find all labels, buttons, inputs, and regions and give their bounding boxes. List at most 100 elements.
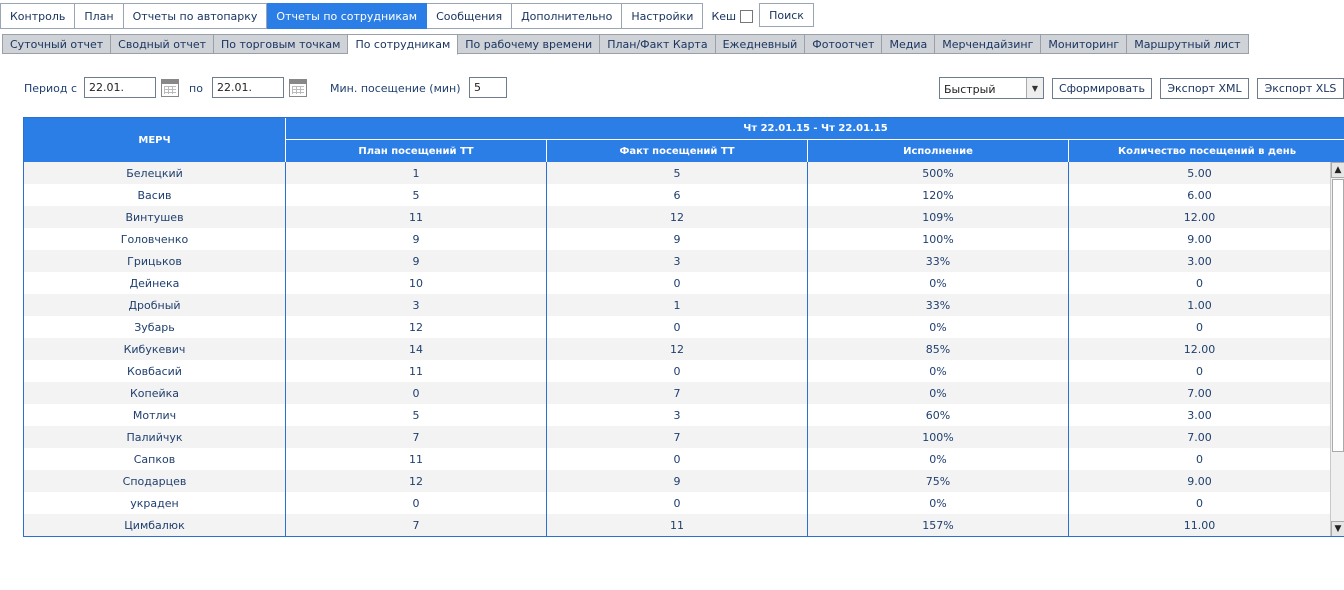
tab-daily-report[interactable]: Суточный отчет [2,34,112,54]
plan-visits-cell: 5 [286,184,547,206]
plan-visits-cell: 9 [286,250,547,272]
tab-by-work-time[interactable]: По рабочему времени [458,34,601,54]
nav-control[interactable]: Контроль [0,3,76,29]
fact-visits-cell: 0 [547,316,808,338]
tab-by-employees[interactable]: По сотрудникам [348,34,459,55]
scroll-thumb[interactable] [1332,179,1344,452]
merch-name-cell: Кибукевич [24,338,286,360]
fact-visits-cell: 3 [547,404,808,426]
nav-messages[interactable]: Сообщения [427,3,513,29]
plan-visits-cell: 5 [286,404,547,426]
execution-cell: 0% [808,360,1069,382]
chevron-down-icon[interactable]: ▼ [1026,78,1043,98]
table-row[interactable]: Цимбалюк 7 11 157% 11.00 [24,514,1330,536]
table-row[interactable]: Сапков 11 0 0% 0 [24,448,1330,470]
search-button[interactable]: Поиск [759,3,814,27]
tab-media[interactable]: Медиа [882,34,936,54]
export-xml-button[interactable]: Экспорт XML [1160,78,1249,99]
fact-visits-cell: 1 [547,294,808,316]
plan-visits-cell: 9 [286,228,547,250]
table-row[interactable]: Палийчук 7 7 100% 7.00 [24,426,1330,448]
execution-cell: 33% [808,250,1069,272]
calendar-icon[interactable] [289,79,307,97]
visits-per-day-cell: 3.00 [1187,408,1212,422]
merch-name-cell: Дробный [24,294,286,316]
plan-visits-cell: 1 [286,162,547,184]
table-row[interactable]: Сподарцев 12 9 75% 9.00 [24,470,1330,492]
plan-visits-cell: 10 [286,272,547,294]
tab-everyday[interactable]: Ежедневный [715,34,806,54]
execution-cell: 60% [808,404,1069,426]
build-report-button[interactable]: Сформировать [1052,78,1152,99]
fact-visits-cell: 12 [547,338,808,360]
nav-fleet-reports[interactable]: Отчеты по автопарку [123,3,268,29]
table-row[interactable]: Зубарь 12 0 0% 0 [24,316,1330,338]
table-scrollbar[interactable]: ▲ ▼ [1330,162,1344,536]
employee-report-table: МЕРЧ Чт 22.01.15 - Чт 22.01.15 План посе… [23,117,1344,537]
tab-summary-report[interactable]: Сводный отчет [111,34,215,54]
mode-select[interactable]: Быстрый ▼ [939,77,1044,99]
cache-toggle: Кеш [711,3,754,29]
tab-plan-fact-map[interactable]: План/Факт Карта [600,34,716,54]
merch-name-cell: Копейка [24,382,286,404]
fact-visits-cell: 0 [547,272,808,294]
scroll-up-icon[interactable]: ▲ [1331,162,1344,178]
column-header-visits-per-day: Количество посещений в день [1117,145,1297,157]
execution-cell: 157% [808,514,1069,536]
export-xls-button[interactable]: Экспорт XLS [1257,78,1344,99]
table-row[interactable]: Белецкий 1 5 500% 5.00 [24,162,1330,184]
table-header: МЕРЧ Чт 22.01.15 - Чт 22.01.15 План посе… [24,118,1344,162]
scroll-down-icon[interactable]: ▼ [1331,521,1344,536]
merch-name-cell: Ковбасий [24,360,286,382]
fact-visits-cell: 11 [547,514,808,536]
tab-route-sheet[interactable]: Маршрутный лист [1127,34,1249,54]
plan-visits-cell: 0 [286,382,547,404]
merch-name-cell: Сапков [24,448,286,470]
period-from-input[interactable] [84,77,156,98]
plan-visits-cell: 7 [286,426,547,448]
table-row[interactable]: Головченко 9 9 100% 9.00 [24,228,1330,250]
execution-cell: 120% [808,184,1069,206]
min-visit-input[interactable] [469,77,507,98]
cache-checkbox[interactable] [740,9,754,23]
merch-name-cell: Зубарь [24,316,286,338]
visits-per-day-cell: 12.00 [1183,342,1216,356]
nav-plan[interactable]: План [75,3,124,29]
table-row[interactable]: Грицьков 9 3 33% 3.00 [24,250,1330,272]
tab-photo-report[interactable]: Фотоотчет [805,34,883,54]
period-from-label: Период с [24,82,78,95]
table-row[interactable]: Кибукевич 14 12 85% 12.00 [24,338,1330,360]
execution-cell: 0% [808,316,1069,338]
visits-per-day-cell: 3.00 [1187,254,1212,268]
table-row[interactable]: Мотлич 5 3 60% 3.00 [24,404,1330,426]
tab-by-outlets[interactable]: По торговым точкам [214,34,349,54]
fact-visits-cell: 5 [547,162,808,184]
merch-name-cell: Васив [24,184,286,206]
table-row[interactable]: Васив 5 6 120% 6.00 [24,184,1330,206]
nav-additional[interactable]: Дополнительно [512,3,623,29]
table-row[interactable]: Копейка 0 7 0% 7.00 [24,382,1330,404]
visits-per-day-cell: 6.00 [1187,188,1212,202]
execution-cell: 500% [808,162,1069,184]
period-to-input[interactable] [212,77,284,98]
cache-label: Кеш [711,9,737,23]
visits-per-day-cell: 0 [1196,496,1203,510]
merch-name-cell: Цимбалюк [24,514,286,536]
fact-visits-cell: 7 [547,382,808,404]
plan-visits-cell: 11 [286,448,547,470]
table-row[interactable]: украден 0 0 0% 0 [24,492,1330,514]
nav-settings[interactable]: Настройки [622,3,704,29]
visits-per-day-cell: 11.00 [1183,518,1216,532]
top-nav: Контроль План Отчеты по автопарку Отчеты… [0,3,814,29]
table-row[interactable]: Дейнека 10 0 0% 0 [24,272,1330,294]
visits-per-day-cell: 9.00 [1187,474,1212,488]
nav-employee-reports[interactable]: Отчеты по сотрудникам [267,3,428,29]
table-row[interactable]: Ковбасий 11 0 0% 0 [24,360,1330,382]
tab-monitoring[interactable]: Мониторинг [1041,34,1128,54]
table-row[interactable]: Дробный 3 1 33% 1.00 [24,294,1330,316]
calendar-icon[interactable] [161,79,179,97]
tab-merchandising[interactable]: Мерчендайзинг [935,34,1042,54]
plan-visits-cell: 11 [286,360,547,382]
fact-visits-cell: 0 [547,360,808,382]
table-row[interactable]: Винтушев 11 12 109% 12.00 [24,206,1330,228]
